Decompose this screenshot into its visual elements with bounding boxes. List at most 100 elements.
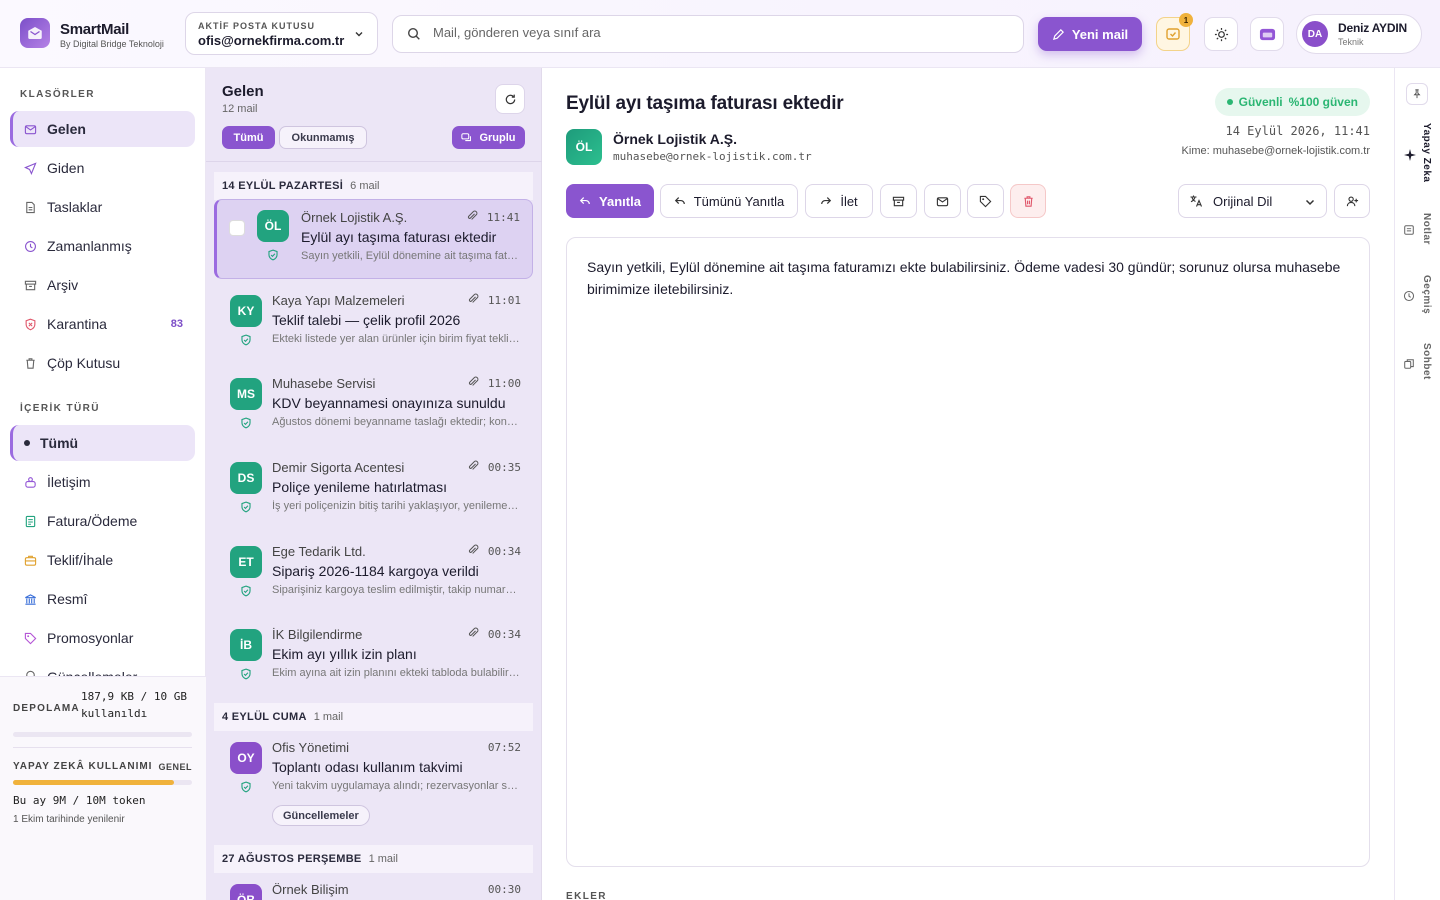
trash-icon	[1023, 195, 1033, 207]
sidebar-item-label: Çöp Kutusu	[47, 355, 121, 371]
label-button[interactable]	[967, 184, 1004, 218]
rail-tab-notes[interactable]: Notlar	[1421, 213, 1432, 245]
envelope-icon	[936, 196, 949, 206]
verified-shield-icon	[267, 249, 279, 261]
mail-subject: Eylül ayı taşıma faturası ektedir	[301, 229, 497, 245]
history-icon[interactable]	[1403, 290, 1415, 302]
content-type-label: Teklif/İhale	[47, 552, 114, 568]
shield-icon	[25, 318, 36, 330]
content-type-label: Fatura/Ödeme	[47, 513, 138, 529]
group-toggle-button[interactable]: Gruplu	[452, 126, 525, 149]
brand-sub: By Digital Bridge Teknoloji	[60, 39, 164, 49]
list-item[interactable]: İB İK Bilgilendirme 00:34 Ekim ayı yıllı…	[214, 617, 533, 697]
usage-panel: DEPOLAMA 187,9 KB / 10 GB kullanıldı YAP…	[0, 676, 206, 900]
trust-badge: Güvenli %100 güven	[1214, 88, 1370, 116]
ai-sparkle-icon[interactable]	[1403, 148, 1417, 162]
sidebar-item-drafts[interactable]: Taslaklar	[10, 189, 195, 225]
content-type-communication[interactable]: İletişim	[10, 464, 195, 500]
list-item[interactable]: ÖB Örnek Bilişim 00:30	[214, 872, 533, 900]
content-type-offer[interactable]: Teklif/İhale	[10, 542, 195, 578]
mailbox-label: AKTİF POSTA KUTUSU	[198, 21, 315, 31]
list-item[interactable]: DS Demir Sigorta Acentesi 00:35 Poliçe y…	[214, 450, 533, 530]
list-item[interactable]: OY Ofis Yönetimi 07:52 Toplantı odası ku…	[214, 730, 533, 830]
mail-date: 14 Eylül 2026, 11:41	[1225, 124, 1371, 138]
mail-list-header: Gelen 12 mail Tümü Okunmamış Gruplu	[206, 68, 542, 162]
trust-label: Güvenli	[1238, 95, 1283, 109]
select-checkbox[interactable]	[229, 220, 245, 236]
mailbox-selector[interactable]: AKTİF POSTA KUTUSU ofis@ornekfirma.com.t…	[185, 12, 378, 55]
sidebar-item-trash[interactable]: Çöp Kutusu	[10, 345, 195, 381]
mail-time: 00:34	[487, 628, 521, 641]
folder-button[interactable]	[1250, 17, 1284, 51]
mail-preview: Sayın yetkili, Eylül dönemine ait taşıma…	[301, 250, 521, 262]
date-group-header: 27 AĞUSTOS PERŞEMBE 1 mail	[214, 845, 533, 873]
user-menu[interactable]: DA Deniz AYDIN Teknik	[1296, 14, 1422, 54]
content-type-invoice[interactable]: Fatura/Ödeme	[10, 503, 195, 539]
reply-all-label: Tümünü Yanıtla	[693, 193, 785, 209]
notes-icon[interactable]	[1403, 224, 1415, 236]
sidebar-item-quarantine[interactable]: Karantina 83	[10, 306, 195, 342]
mail-subject: Toplantı odası kullanım takvimi	[272, 759, 463, 775]
archive-button[interactable]	[880, 184, 917, 218]
reply-all-button[interactable]: Tümünü Yanıtla	[660, 184, 798, 218]
sidebar-item-label: Karantina	[47, 316, 107, 332]
ai-usage-value: Bu ay 9M / 10M token	[13, 794, 146, 807]
content-type-heading: İÇERİK TÜRÜ	[20, 403, 100, 414]
sender-avatar: OY	[230, 742, 262, 774]
inbox-icon	[24, 124, 37, 134]
search-box	[392, 15, 1024, 53]
sidebar-item-label: Giden	[47, 160, 85, 176]
sidebar-item-scheduled[interactable]: Zamanlanmış	[10, 228, 195, 264]
forward-button[interactable]: İlet	[805, 184, 873, 218]
group-toggle-label: Gruplu	[479, 131, 516, 144]
sidebar-item-inbox[interactable]: Gelen	[10, 111, 195, 147]
sidebar-item-label: Zamanlanmış	[47, 238, 132, 254]
ai-usage-label: YAPAY ZEKÂ KULLANIMI	[13, 761, 153, 772]
reply-label: Yanıtla	[599, 193, 641, 209]
filter-unread[interactable]: Okunmamış	[279, 126, 367, 149]
mail-preview: Yeni takvim uygulamaya alındı; rezervasy…	[272, 780, 520, 792]
chat-icon[interactable]	[1403, 358, 1415, 370]
rail-tab-chat[interactable]: Sohbet	[1421, 343, 1432, 380]
date-group-header: 4 EYLÜL CUMA 1 mail	[214, 703, 533, 731]
language-select[interactable]: Orijinal Dil	[1178, 184, 1327, 218]
forward-label: İlet	[840, 193, 858, 209]
list-title: Gelen	[222, 83, 264, 100]
mail-time: 11:01	[487, 294, 521, 307]
mark-unread-button[interactable]	[924, 184, 961, 218]
content-type-official[interactable]: Resmî	[10, 581, 195, 617]
list-item-selected[interactable]: ÖL Örnek Lojistik A.Ş. 11:41 Eylül ayı t…	[214, 199, 533, 279]
refresh-button[interactable]	[495, 84, 525, 114]
content-type-promotions[interactable]: Promosyonlar	[10, 620, 195, 656]
mail-time: 00:34	[487, 545, 521, 558]
sidebar: KLASÖRLER Gelen Giden Taslaklar Zamanlan…	[0, 68, 206, 900]
rail-tab-history[interactable]: Geçmiş	[1421, 275, 1432, 314]
list-item[interactable]: MS Muhasebe Servisi 11:00 KDV beyannames…	[214, 366, 533, 446]
date-group-label: 27 AĞUSTOS PERŞEMBE	[222, 853, 362, 865]
right-rail: Yapay Zeka Notlar Geçmiş Sohbet	[1394, 68, 1440, 900]
draft-icon	[26, 201, 35, 213]
theme-toggle-button[interactable]	[1204, 17, 1238, 51]
mail-subject: Sipariş 2026-1184 kargoya verildi	[272, 563, 479, 579]
refresh-icon	[505, 94, 515, 104]
sender-name: Ofis Yönetimi	[272, 740, 350, 755]
new-mail-button[interactable]: Yeni mail	[1038, 17, 1142, 51]
rail-tab-ai[interactable]: Yapay Zeka	[1421, 123, 1432, 182]
pin-button[interactable]	[1406, 83, 1428, 105]
content-type-all[interactable]: Tümü	[10, 425, 195, 461]
add-contact-button[interactable]	[1334, 184, 1370, 218]
mail-preview: Ağustos dönemi beyanname taslağı ektedir…	[272, 416, 520, 428]
list-item[interactable]: ET Ege Tedarik Ltd. 00:34 Sipariş 2026-1…	[214, 534, 533, 614]
translate-icon	[1190, 195, 1203, 207]
search-input[interactable]	[433, 25, 993, 40]
reply-button[interactable]: Yanıtla	[566, 184, 654, 218]
delete-button[interactable]	[1010, 184, 1046, 218]
attachments-heading: EKLER	[566, 891, 607, 900]
sidebar-item-sent[interactable]: Giden	[10, 150, 195, 186]
category-tag[interactable]: Güncellemeler	[272, 805, 370, 826]
list-item[interactable]: KY Kaya Yapı Malzemeleri 11:01 Teklif ta…	[214, 283, 533, 363]
user-role: Teknik	[1338, 37, 1364, 47]
mail-preview: İş yeri poliçenizin bitiş tarihi yaklaşı…	[272, 500, 520, 512]
sidebar-item-archive[interactable]: Arşiv	[10, 267, 195, 303]
filter-all[interactable]: Tümü	[222, 126, 275, 149]
